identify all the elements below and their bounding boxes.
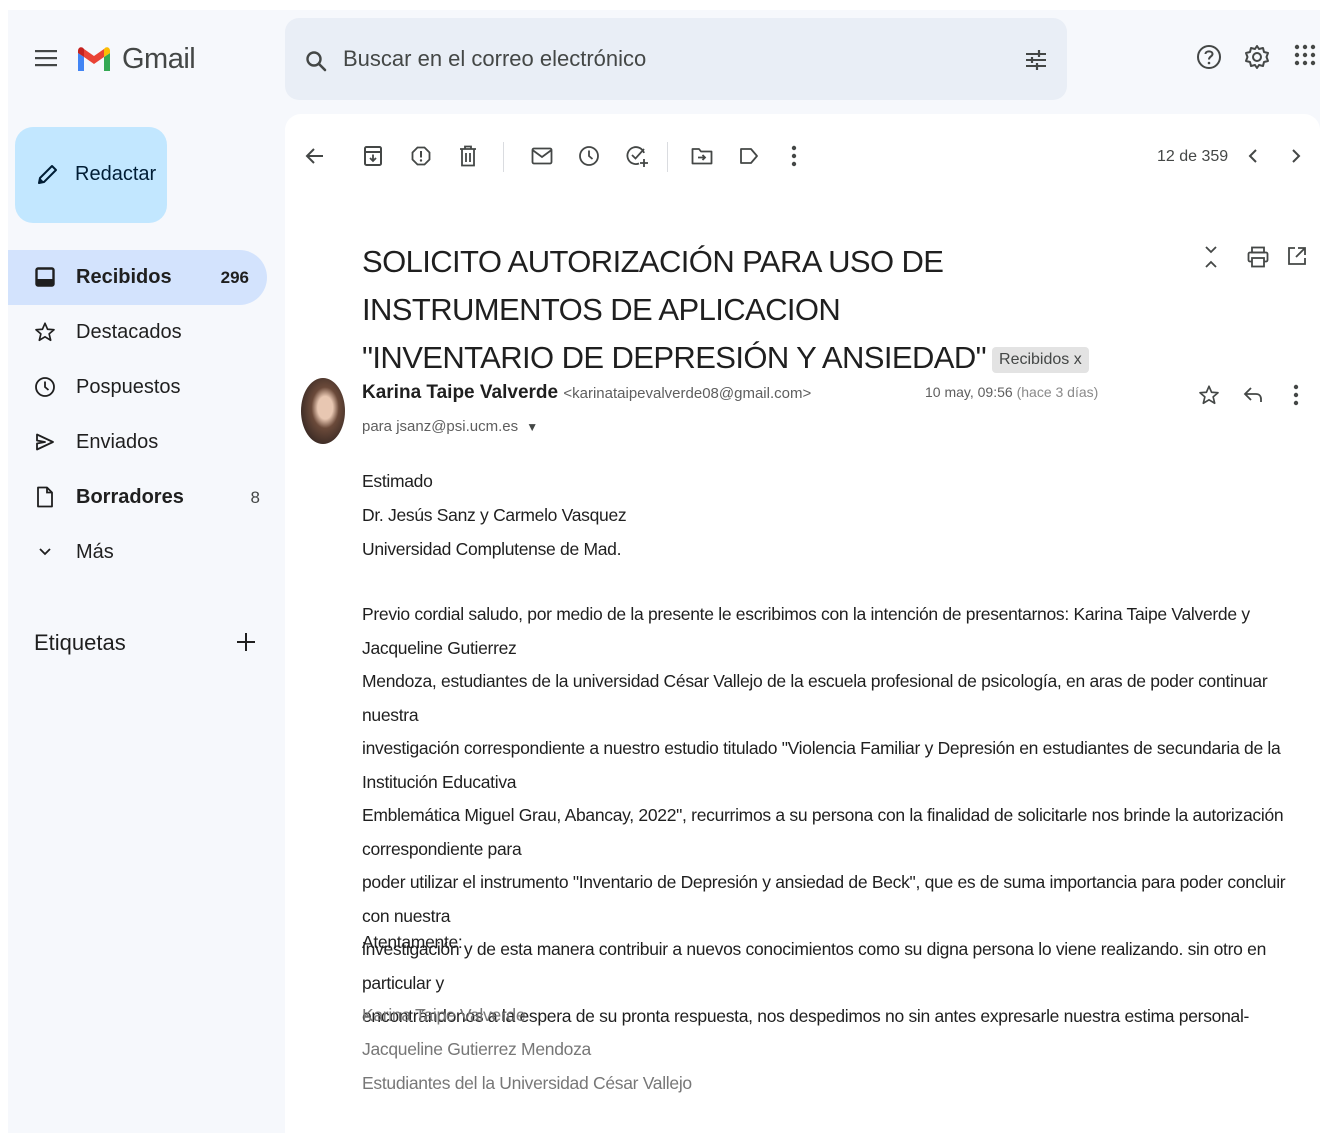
body-paragraph: Previo cordial saludo, por medio de la p… [362, 598, 1292, 1034]
sender-name[interactable]: Karina Taipe Valverde [362, 382, 558, 403]
subject-line-2: "INVENTARIO DE DEPRESIÓN Y ANSIEDAD" Reci… [362, 334, 1182, 382]
print-icon[interactable] [1247, 246, 1269, 268]
message-toolbar: 12 de 359 [285, 134, 1320, 178]
trash-icon[interactable] [456, 144, 480, 168]
search-icon[interactable] [305, 50, 327, 72]
body-line: Estimado [362, 471, 433, 491]
subject-line: "INVENTARIO DE DEPRESIÓN Y ANSIEDAD" [362, 340, 987, 375]
sidebar-item-more[interactable]: Más [8, 525, 278, 580]
labels-heading: Etiquetas [34, 630, 126, 655]
sender-avatar[interactable] [301, 378, 345, 444]
sidebar-item-snoozed[interactable]: Pospuestos [8, 360, 278, 415]
body-line: Dr. Jesús Sanz y Carmelo Vasquez [362, 505, 627, 525]
reply-icon[interactable] [1243, 386, 1263, 404]
sidebar-item-label: Recibidos [76, 266, 172, 288]
sidebar-item-label: Más [76, 541, 114, 563]
compose-label: Redactar [75, 163, 157, 185]
label-icon[interactable] [737, 144, 761, 168]
top-bar: Gmail [8, 10, 1320, 114]
message-body: Estimado Dr. Jesús Sanz y Carmelo Vasque… [362, 464, 1292, 1034]
sidebar-item-label: Pospuestos [76, 376, 181, 398]
recipient-line[interactable]: para jsanz@psi.ucm.es ▼ [362, 418, 538, 435]
relative-date: (hace 3 días) [1016, 384, 1099, 400]
sidebar-item-starred[interactable]: Destacados [8, 305, 278, 360]
email-subject: SOLICITO AUTORIZACIÓN PARA USO DE INSTRU… [362, 238, 1182, 382]
report-spam-icon[interactable] [409, 144, 433, 168]
signature-line: Karina Taipe Valverde [362, 1005, 526, 1025]
chevron-right-icon[interactable] [1284, 144, 1308, 168]
open-new-window-icon[interactable] [1287, 246, 1307, 266]
apps-grid-icon[interactable] [1294, 44, 1316, 66]
add-task-icon[interactable] [625, 144, 649, 168]
file-icon [34, 486, 56, 508]
star-icon[interactable] [1198, 384, 1220, 406]
body-line: Mendoza, estudiantes de la universidad C… [362, 671, 1268, 725]
more-vert-icon[interactable] [1293, 384, 1299, 406]
star-icon [34, 321, 56, 343]
hamburger-icon [35, 50, 57, 67]
date-text: 10 may, 09:56 [925, 384, 1013, 400]
body-line: investigación y de esta manera contribui… [362, 939, 1267, 993]
remove-label-button[interactable]: x [1074, 351, 1082, 368]
search-bar [285, 18, 1067, 100]
toolbar-divider [503, 142, 504, 172]
sidebar-item-label: Enviados [76, 431, 159, 453]
sidebar-item-sent[interactable]: Enviados [8, 415, 278, 470]
gmail-wordmark: Gmail [122, 42, 196, 75]
toolbar-divider [667, 142, 668, 172]
sidebar-item-drafts[interactable]: Borradores 8 [8, 470, 278, 525]
closing: Atentamente: [362, 932, 463, 952]
caret-down-icon[interactable]: ▼ [526, 420, 538, 434]
archive-icon[interactable] [361, 144, 385, 168]
gmail-logo[interactable]: Gmail [76, 38, 196, 80]
chevron-down-icon [34, 541, 56, 563]
gmail-app: Gmail Buscar en el correo electrónico Re… [8, 10, 1320, 1133]
sidebar-item-inbox[interactable]: Recibidos 296 [8, 250, 267, 305]
main-menu-button[interactable] [32, 44, 60, 72]
send-icon [34, 431, 56, 453]
sender-email: <karinataipevalverde08@gmail.com> [563, 385, 812, 402]
sidebar-item-label: Destacados [76, 321, 182, 343]
body-line: Previo cordial saludo, por medio de la p… [362, 604, 1250, 658]
compose-button[interactable]: Redactar [15, 127, 167, 223]
pagination-label: 12 de 359 [1157, 148, 1229, 165]
subject-line: SOLICITO AUTORIZACIÓN PARA USO DE INSTRU… [362, 244, 944, 327]
search-input[interactable] [343, 42, 983, 76]
signature: Karina Taipe Valverde Jacqueline Gutierr… [362, 998, 692, 1100]
sidebar-item-label: Borradores [76, 486, 184, 508]
inbox-icon [34, 266, 56, 288]
message-panel: 12 de 359 SOLICITO AUTORIZACIÓN PARA USO… [285, 114, 1320, 1133]
snooze-clock-icon[interactable] [577, 144, 601, 168]
draft-count: 8 [250, 488, 260, 507]
mark-unread-icon[interactable] [530, 144, 554, 168]
inbox-label-chip[interactable]: Recibidos x [992, 346, 1089, 373]
signature-line: Jacqueline Gutierrez Mendoza [362, 1039, 591, 1059]
chevron-left-icon[interactable] [1241, 144, 1265, 168]
clock-icon [34, 376, 56, 398]
move-to-folder-icon[interactable] [690, 144, 714, 168]
expand-collapse-icon[interactable] [1203, 244, 1219, 270]
more-vert-icon[interactable] [782, 144, 806, 168]
label-chip-text: Recibidos [999, 350, 1070, 368]
body-line: Universidad Complutense de Mad. [362, 539, 622, 559]
body-line: Emblemática Miguel Grau, Abancay, 2022",… [362, 805, 1284, 859]
help-icon[interactable] [1196, 44, 1222, 70]
signature-line: Estudiantes del la Universidad César Val… [362, 1073, 692, 1093]
pencil-icon [35, 163, 59, 187]
gmail-m-icon [78, 47, 110, 71]
search-options-icon[interactable] [1025, 50, 1047, 70]
sender-line: Karina Taipe Valverde <karinataipevalver… [362, 382, 811, 404]
sidebar-nav: Recibidos 296 Destacados Pospuestos Envi… [8, 250, 278, 580]
recipient-text: para jsanz@psi.ucm.es [362, 418, 519, 435]
body-line: investigación correspondiente a nuestro … [362, 738, 1281, 792]
body-line: poder utilizar el instrumento "Inventari… [362, 872, 1286, 926]
message-date: 10 may, 09:56 (hace 3 días) [925, 384, 1098, 400]
add-label-icon[interactable] [236, 632, 256, 652]
unread-count: 296 [220, 268, 249, 287]
back-arrow-icon[interactable] [303, 144, 327, 168]
gear-icon[interactable] [1244, 44, 1270, 70]
